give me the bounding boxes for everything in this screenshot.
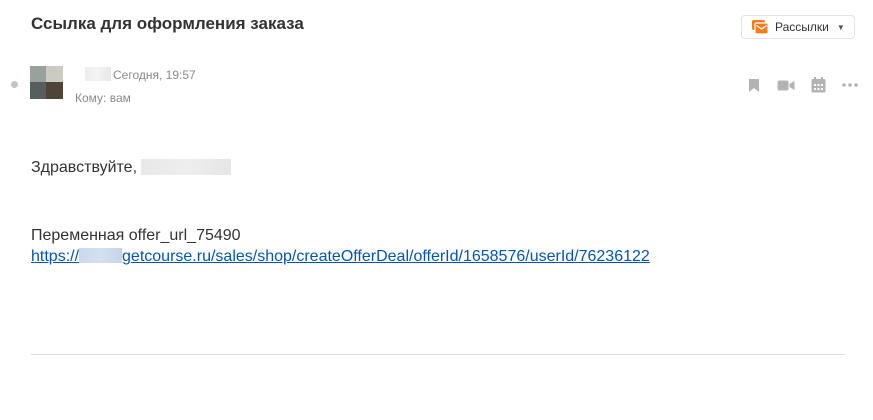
newsletter-folder-icon [751,19,769,35]
offer-link-suffix[interactable]: getcourse.ru/sales/shop/createOfferDeal/… [122,248,650,265]
sender-avatar[interactable] [30,66,63,99]
bookmark-icon[interactable] [745,76,763,94]
message-subject: Ссылка для оформления заказа [31,14,304,33]
newsletters-folder-button[interactable]: Рассылки ▼ [741,15,855,39]
recipient-name-redacted [141,159,232,175]
message-actions [745,76,859,94]
offer-link-prefix[interactable]: https:// [31,248,79,265]
greeting-line: Здравствуйте, [31,159,232,177]
offer-link[interactable]: https:// getcourse.ru/sales/shop/createOf… [31,248,650,266]
greeting-text: Здравствуйте, [31,159,138,176]
video-call-icon[interactable] [777,76,795,94]
unread-indicator[interactable] [11,81,18,88]
calendar-icon[interactable] [809,76,827,94]
variable-line: Переменная offer_url_75490 [31,227,241,244]
more-icon[interactable] [841,76,859,94]
message-divider [31,354,845,355]
chevron-down-icon: ▼ [836,22,845,32]
link-domain-redacted[interactable] [79,248,123,263]
folder-button-label: Рассылки [775,20,829,34]
message-recipient: Кому: вам [75,91,131,105]
sender-name-redacted[interactable] [85,67,111,81]
message-date: Сегодня, 19:57 [113,68,196,82]
